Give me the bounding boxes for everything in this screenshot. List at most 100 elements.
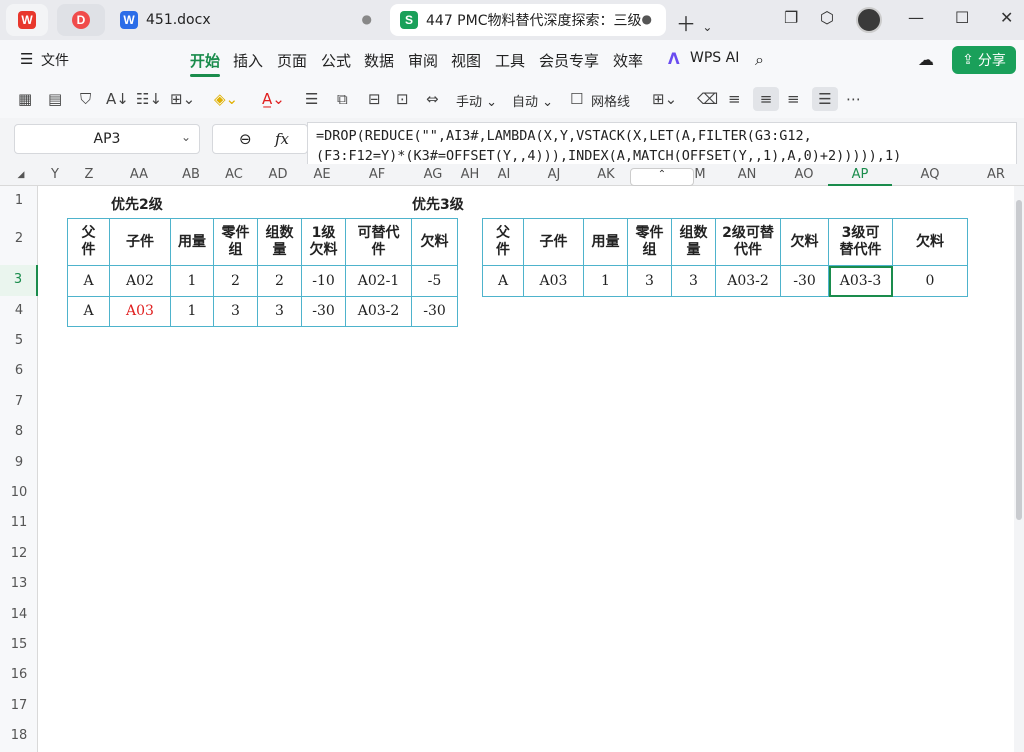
menu-formula[interactable]: 公式 <box>321 50 351 71</box>
menu-view[interactable]: 视图 <box>451 50 481 71</box>
cell[interactable]: 2 <box>213 265 258 297</box>
cell[interactable]: -30 <box>411 296 458 327</box>
column-header[interactable]: AJ <box>524 167 584 182</box>
row-header[interactable]: 6 <box>0 363 38 378</box>
row-header[interactable]: 9 <box>0 455 38 470</box>
user-avatar[interactable] <box>856 7 882 33</box>
header-cell[interactable]: 组数量 <box>671 218 716 266</box>
row-header[interactable]: 7 <box>0 394 38 409</box>
column-header[interactable]: AF <box>344 167 410 182</box>
window-restore-tabs-icon[interactable]: ❐ <box>784 8 798 27</box>
column-header[interactable]: Y <box>40 167 70 182</box>
align-right-icon[interactable]: ≡ <box>787 90 800 108</box>
menu-wps-ai[interactable]: WPS AI <box>690 50 739 66</box>
borders-icon[interactable]: ⊞⌄ <box>170 90 195 108</box>
menu-review[interactable]: 审阅 <box>408 50 438 71</box>
fx-icon[interactable]: fx <box>275 130 289 148</box>
maximize-button[interactable]: ☐ <box>955 8 969 27</box>
row-header[interactable]: 11 <box>0 515 38 530</box>
cell[interactable]: -30 <box>301 296 346 327</box>
row-header[interactable]: 5 <box>0 333 38 348</box>
more-options-icon[interactable]: ⋯ <box>846 90 861 108</box>
cell[interactable]: -5 <box>411 265 458 297</box>
conditional-format-icon[interactable]: ⊞⌄ <box>652 90 677 108</box>
cube-icon[interactable]: ⬡ <box>820 8 834 27</box>
row-header[interactable]: 2 <box>0 231 38 246</box>
column-header[interactable]: Z <box>70 167 108 182</box>
header-cell[interactable]: 零件组 <box>213 218 258 266</box>
zoom-search-icon[interactable]: ⊖ <box>239 130 252 148</box>
cell[interactable]: 2 <box>257 265 302 297</box>
row-header[interactable]: 17 <box>0 698 38 713</box>
cell[interactable]: 0 <box>892 265 968 297</box>
chevron-down-icon[interactable]: ⌄ <box>181 130 191 144</box>
header-cell[interactable]: 可替代件 <box>345 218 412 266</box>
header-cell[interactable]: 子件 <box>109 218 171 266</box>
header-cell[interactable]: 3级可替代件 <box>828 218 893 266</box>
row-header-selected[interactable]: 3 <box>0 265 38 296</box>
cell[interactable]: 1 <box>170 265 214 297</box>
cell[interactable]: 3 <box>257 296 302 327</box>
column-header[interactable]: AN <box>714 167 780 182</box>
sort-ascending-icon[interactable]: A↓ <box>106 90 129 108</box>
cell[interactable]: 3 <box>671 265 716 297</box>
number-format-icon[interactable]: ▦ <box>18 90 32 108</box>
column-header[interactable]: AA <box>108 167 170 182</box>
row-header[interactable]: 4 <box>0 303 38 318</box>
cell[interactable]: 3 <box>627 265 672 297</box>
cell[interactable]: -30 <box>780 265 829 297</box>
cell[interactable]: A03-2 <box>345 296 412 327</box>
row-header[interactable]: 8 <box>0 424 38 439</box>
menu-member[interactable]: 会员专享 <box>539 50 599 71</box>
menu-file[interactable]: 文件 <box>41 50 69 70</box>
column-header[interactable]: AE <box>300 167 344 182</box>
cell-highlighted[interactable]: A03 <box>109 296 171 327</box>
insert-rows-icon[interactable]: ⊟ <box>368 90 381 108</box>
column-header[interactable]: AD <box>256 167 300 182</box>
cell[interactable]: A <box>67 265 110 297</box>
name-box[interactable]: AP3 ⌄ <box>14 124 200 154</box>
cell[interactable]: A <box>482 265 524 297</box>
header-cell[interactable]: 零件组 <box>627 218 672 266</box>
cell[interactable]: 1 <box>170 296 214 327</box>
sort-descending-icon[interactable]: ☷↓ <box>136 90 162 108</box>
share-button[interactable]: ⇪ 分享 <box>952 46 1016 74</box>
header-cell[interactable]: 组数量 <box>257 218 302 266</box>
header-cell[interactable]: 欠料 <box>892 218 968 266</box>
row-header[interactable]: 13 <box>0 576 38 591</box>
column-header-selected[interactable]: AP <box>828 167 892 186</box>
font-color-icon[interactable]: A̲⌄ <box>262 90 285 108</box>
menu-insert[interactable]: 插入 <box>233 50 263 71</box>
manual-row-height[interactable]: 手动 ⌄ <box>456 91 497 110</box>
new-tab-button[interactable]: ＋ ⌄ <box>676 8 712 37</box>
filter-icon[interactable]: ⛉ <box>80 90 91 108</box>
menu-home[interactable]: 开始 <box>190 50 220 71</box>
tab-447-pmc-sheet[interactable]: S 447 PMC物料替代深度探索：三级 ● <box>390 4 666 36</box>
column-header[interactable]: AB <box>170 167 212 182</box>
cell[interactable]: A03 <box>523 265 584 297</box>
minimize-button[interactable]: — <box>908 8 924 27</box>
search-icon[interactable]: ⌕ <box>755 50 764 70</box>
header-cell[interactable]: 用量 <box>170 218 214 266</box>
cloud-sync-icon[interactable]: ☁ <box>918 50 934 69</box>
cell[interactable]: A02-1 <box>345 265 412 297</box>
select-all-corner[interactable]: ◢ <box>14 170 28 180</box>
sheet-grid[interactable]: 优先2级 优先3级 父件 子件 用量 零件组 组数量 1级欠料 可替代件 欠料 … <box>38 186 1014 752</box>
column-header[interactable]: AQ <box>892 167 968 182</box>
column-header[interactable]: AK <box>584 167 628 182</box>
auto-fit[interactable]: 自动 ⌄ <box>512 91 553 110</box>
cell[interactable]: A03-2 <box>715 265 781 297</box>
header-cell[interactable]: 子件 <box>523 218 584 266</box>
align-center-icon[interactable]: ≡ <box>753 87 779 111</box>
row-header[interactable]: 12 <box>0 546 38 561</box>
cell[interactable]: A02 <box>109 265 171 297</box>
row-header[interactable]: 1 <box>0 193 38 208</box>
row-header[interactable]: 10 <box>0 485 38 500</box>
row-header[interactable]: 16 <box>0 667 38 682</box>
close-button[interactable]: ✕ <box>1000 8 1013 27</box>
header-cell[interactable]: 父件 <box>482 218 524 266</box>
header-cell[interactable]: 2级可替代件 <box>715 218 781 266</box>
scrollbar-thumb[interactable] <box>1016 200 1022 520</box>
wps-home-tab[interactable]: W <box>6 4 48 36</box>
row-header[interactable]: 18 <box>0 728 38 743</box>
